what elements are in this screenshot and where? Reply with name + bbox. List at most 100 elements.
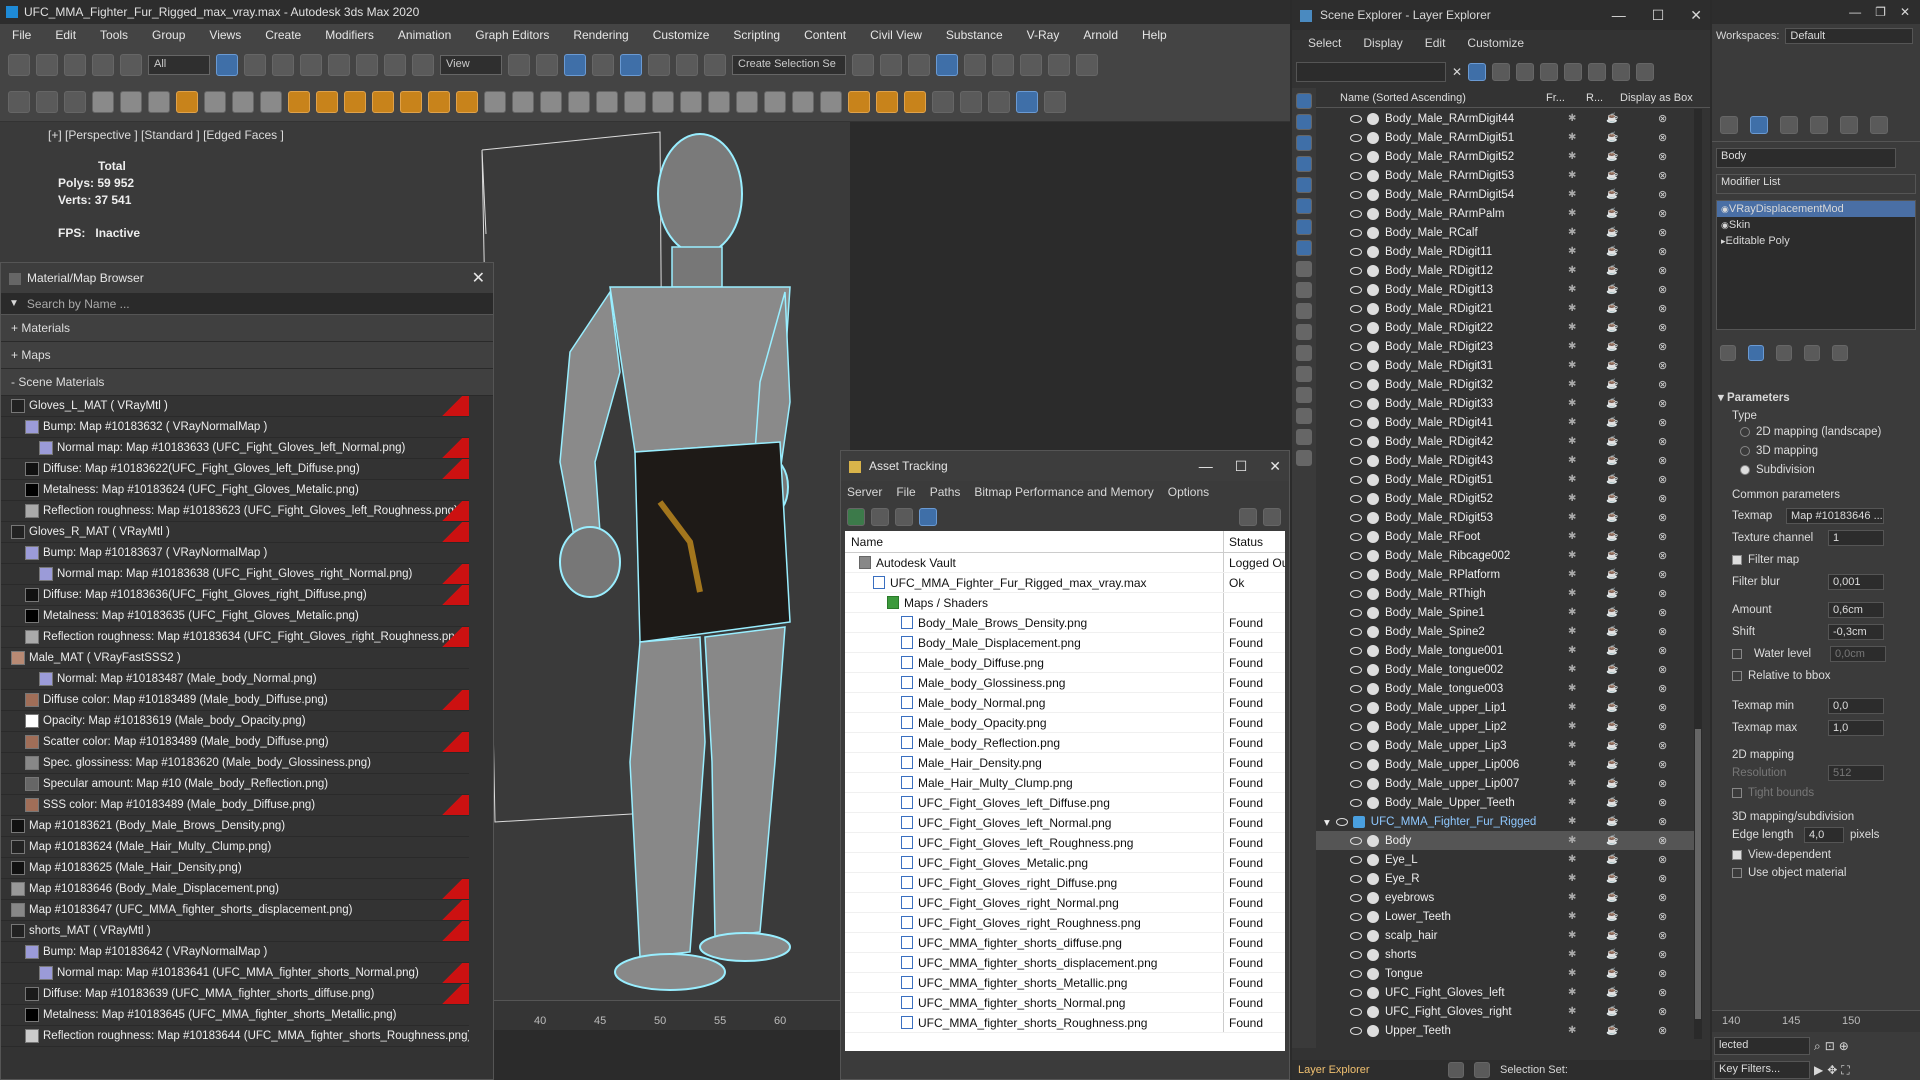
renderable-icon[interactable]: ☕ — [1606, 284, 1618, 295]
place-icon[interactable] — [412, 53, 434, 76]
render-setup-icon[interactable] — [1076, 53, 1098, 76]
explorer-filter-icon[interactable] — [1296, 114, 1312, 130]
visibility-eye-icon[interactable] — [1350, 513, 1362, 522]
freeze-icon[interactable]: ✱ — [1568, 1025, 1576, 1036]
remove-modifier-icon[interactable] — [1804, 345, 1820, 361]
freeze-icon[interactable]: ✱ — [1568, 531, 1576, 542]
freeze-icon[interactable]: ✱ — [1568, 626, 1576, 637]
rc-icon[interactable] — [1016, 90, 1038, 113]
selection-set-dropdown[interactable]: Create Selection Se — [732, 54, 846, 75]
modifier-stack-item[interactable]: ◉ Skin — [1717, 217, 1915, 233]
freeze-icon[interactable]: ✱ — [1568, 227, 1576, 238]
minimize-icon[interactable]: — — [1199, 458, 1213, 475]
visibility-eye-icon[interactable] — [1350, 437, 1362, 446]
asset-row[interactable]: Maps / Shaders — [845, 593, 1285, 613]
asset-row[interactable]: Autodesk Vault Logged Ou — [845, 553, 1285, 573]
explorer-filter-icon[interactable] — [1296, 198, 1312, 214]
explorer-filter-icon[interactable] — [1296, 240, 1312, 256]
visibility-eye-icon[interactable] — [1350, 190, 1362, 199]
freeze-icon[interactable]: ✱ — [1568, 170, 1576, 181]
material-list-item[interactable]: Bump: Map #10183632 ( VRayNormalMap ) — [1, 417, 469, 438]
display-box-icon[interactable]: ⊗ — [1658, 682, 1667, 695]
maximize-viewport-icon[interactable]: ⛶ — [1841, 1063, 1849, 1078]
amount-spinner[interactable]: 0,6cm — [1828, 602, 1884, 618]
renderable-icon[interactable]: ☕ — [1606, 531, 1618, 542]
visibility-eye-icon[interactable] — [1350, 114, 1362, 123]
renderable-icon[interactable]: ☕ — [1606, 265, 1618, 276]
visibility-eye-icon[interactable] — [1350, 532, 1362, 541]
light-icon[interactable] — [176, 90, 198, 113]
visibility-eye-icon[interactable] — [1350, 931, 1362, 940]
move-icon[interactable] — [328, 53, 350, 76]
object-row[interactable]: UFC_Fight_Gloves_right ✱ ☕ ⊗ — [1316, 1002, 1694, 1021]
fb-icon[interactable] — [876, 90, 898, 113]
type-radio-option[interactable]: Subdivision — [1740, 460, 1914, 479]
refresh-icon[interactable] — [847, 508, 865, 526]
visibility-eye-icon[interactable] — [1350, 950, 1362, 959]
teapot-icon[interactable] — [92, 90, 114, 113]
rect-selection-icon[interactable] — [272, 53, 294, 76]
renderable-icon[interactable]: ☕ — [1606, 360, 1618, 371]
menu-item-scripting[interactable]: Scripting — [721, 28, 792, 42]
material-list-item[interactable]: Bump: Map #10183637 ( VRayNormalMap ) — [1, 543, 469, 564]
renderable-icon[interactable]: ☕ — [1606, 170, 1618, 181]
asset-row[interactable]: UFC_Fight_Gloves_right_Roughness.png Foun… — [845, 913, 1285, 933]
asset-row[interactable]: Male_Hair_Density.png Found — [845, 753, 1285, 773]
freeze-icon[interactable]: ✱ — [1568, 455, 1576, 466]
menu-item-v-ray[interactable]: V-Ray — [1015, 28, 1072, 42]
freeze-icon[interactable]: ✱ — [1568, 949, 1576, 960]
clear-search-icon[interactable]: ✕ — [1452, 65, 1462, 79]
zoom-extents-icon[interactable]: ⊡ — [1825, 1039, 1835, 1053]
renderable-icon[interactable]: ☕ — [1606, 968, 1618, 979]
renderable-icon[interactable]: ☕ — [1606, 911, 1618, 922]
display-box-icon[interactable]: ⊗ — [1658, 188, 1667, 201]
visibility-eye-icon[interactable] — [1350, 798, 1362, 807]
material-list-item[interactable]: Opacity: Map #10183619 (Male_body_Opacit… — [1, 711, 469, 732]
close-icon[interactable]: ✕ — [1690, 7, 1702, 24]
object-row[interactable]: Body_Male_tongue001 ✱ ☕ ⊗ — [1316, 641, 1694, 660]
object-row[interactable]: Body_Male_Upper_Teeth ✱ ☕ ⊗ — [1316, 793, 1694, 812]
asset-menu-bitmap-performance-and-memory[interactable]: Bitmap Performance and Memory — [974, 485, 1153, 499]
asset-row[interactable]: UFC_MMA_fighter_shorts_displacement.png F… — [845, 953, 1285, 973]
material-search-input[interactable]: Search by Name ... — [27, 297, 130, 311]
display-box-icon[interactable]: ⊗ — [1658, 834, 1667, 847]
material-list-item[interactable]: Diffuse: Map #10183639 (UFC_MMA_fighter_… — [1, 984, 469, 1005]
freeze-icon[interactable]: ✱ — [1568, 379, 1576, 390]
freeze-icon[interactable]: ✱ — [1568, 1006, 1576, 1017]
dome-light-icon[interactable] — [372, 90, 394, 113]
visibility-eye-icon[interactable] — [1350, 209, 1362, 218]
freeze-icon[interactable]: ✱ — [1568, 987, 1576, 998]
freeze-icon[interactable]: ✱ — [1568, 721, 1576, 732]
menu-item-rendering[interactable]: Rendering — [561, 28, 640, 42]
grid-icon[interactable] — [960, 90, 982, 113]
keyboard-shortcut-icon[interactable] — [564, 53, 586, 76]
display-box-icon[interactable]: ⊗ — [1658, 435, 1667, 448]
visibility-eye-icon[interactable] — [1350, 760, 1362, 769]
asset-menu-file[interactable]: File — [896, 485, 915, 499]
configure-modifier-sets-icon[interactable] — [1832, 345, 1848, 361]
object-row[interactable]: Body_Male_RDigit42 ✱ ☕ ⊗ — [1316, 432, 1694, 451]
fp-icon[interactable] — [848, 90, 870, 113]
explorer-menu-display[interactable]: Display — [1363, 36, 1402, 50]
layer-row[interactable]: ▾ UFC_MMA_Fighter_Fur_Rigged ✱ ☕ ⊗ — [1316, 812, 1694, 831]
shift-spinner[interactable]: -0,3cm — [1828, 624, 1884, 640]
selection-filter-dropdown[interactable]: All — [148, 54, 210, 75]
vfb-icon[interactable] — [764, 90, 786, 113]
visibility-eye-icon[interactable] — [1350, 665, 1362, 674]
helper-icon[interactable] — [232, 90, 254, 113]
type-radio-button[interactable] — [1740, 464, 1750, 475]
object-row[interactable]: Body_Male_RArmDigit52 ✱ ☕ ⊗ — [1316, 147, 1694, 166]
freeze-icon[interactable]: ✱ — [1568, 740, 1576, 751]
schematic-view-icon[interactable] — [1020, 53, 1042, 76]
display-box-icon[interactable]: ⊗ — [1658, 416, 1667, 429]
freeze-icon[interactable]: ✱ — [1568, 208, 1576, 219]
visibility-eye-icon[interactable] — [1350, 456, 1362, 465]
display-box-icon[interactable]: ⊗ — [1658, 587, 1667, 600]
freeze-icon[interactable]: ✱ — [1568, 930, 1576, 941]
freeze-icon[interactable]: ✱ — [1568, 873, 1576, 884]
freeze-icon[interactable]: ✱ — [1568, 607, 1576, 618]
renderable-icon[interactable]: ☕ — [1606, 759, 1618, 770]
proxy-icon[interactable] — [484, 90, 506, 113]
object-row[interactable]: Body_Male_RFoot ✱ ☕ ⊗ — [1316, 527, 1694, 546]
visibility-eye-icon[interactable] — [1350, 912, 1362, 921]
